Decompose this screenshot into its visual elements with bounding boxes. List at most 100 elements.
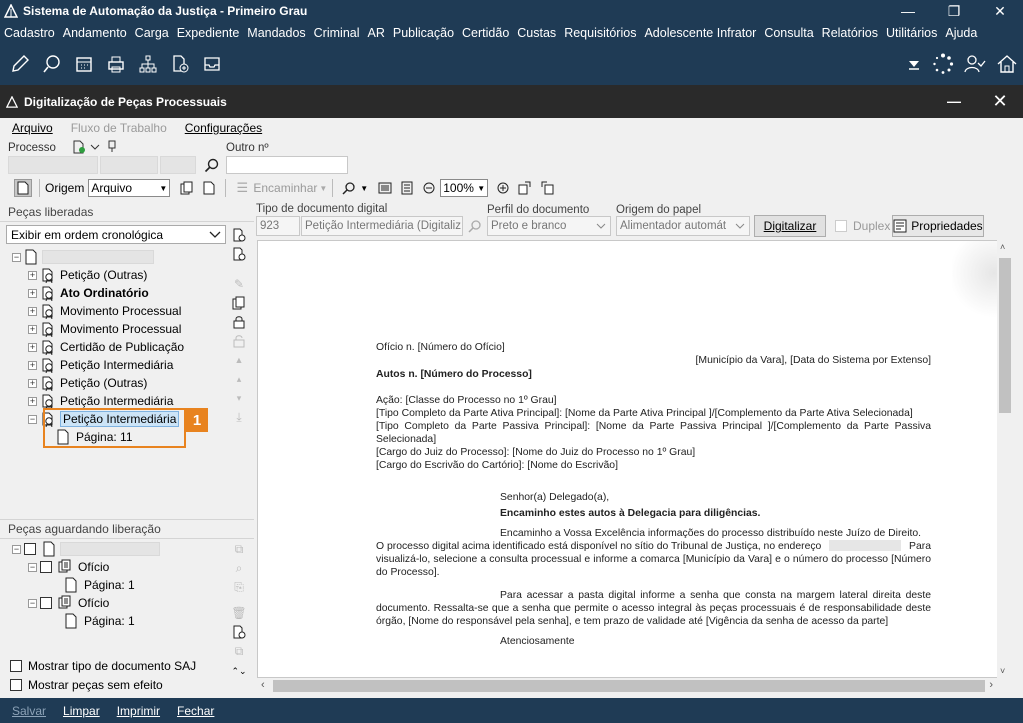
menu-item[interactable]: AR [368, 26, 385, 40]
page-icon[interactable] [14, 179, 32, 197]
process-number-field-1[interactable] [8, 156, 98, 174]
waiting-node[interactable]: − Ofício [28, 594, 109, 612]
document-search-icon[interactable] [228, 623, 250, 641]
propriedades-button[interactable]: Propriedades [892, 215, 984, 237]
menu-item[interactable]: Adolescente Infrator [644, 26, 756, 40]
scroll-up-icon[interactable]: ˄ [1000, 242, 1005, 252]
arrow-up-small-icon[interactable]: ▴ [228, 370, 250, 388]
show-no-effect-checkbox[interactable]: Mostrar peças sem efeito [10, 678, 163, 692]
copy-icon[interactable] [228, 294, 250, 312]
menu-item[interactable]: Custas [517, 26, 556, 40]
tree-node[interactable]: + Ato Ordinatório [28, 284, 149, 302]
tree-page-node[interactable]: Página: 1 [64, 612, 135, 630]
home-icon[interactable] [991, 50, 1023, 78]
waiting-node[interactable]: − Ofício [28, 558, 109, 576]
dropdown-arrow-icon[interactable] [901, 50, 927, 78]
fit-width-icon[interactable] [376, 179, 394, 197]
document-add-icon[interactable] [72, 140, 86, 154]
encaminhar-button[interactable]: Encaminhar [253, 181, 317, 195]
printer-icon[interactable] [100, 50, 132, 78]
scroll-down-icon[interactable]: ˅ [1000, 666, 1005, 676]
inbox-icon[interactable] [196, 50, 228, 78]
scroll-right-icon[interactable]: › [989, 679, 993, 691]
menu-item[interactable]: Relatórios [822, 26, 878, 40]
copy-pages-icon[interactable] [178, 179, 196, 197]
document-search-icon[interactable] [228, 226, 250, 244]
menu-item[interactable]: Cadastro [4, 26, 55, 40]
fit-page-icon[interactable] [398, 179, 416, 197]
menu-item[interactable]: Certidão [462, 26, 509, 40]
edit-icon[interactable] [4, 50, 36, 78]
digitalizar-button[interactable]: Digitalizar [754, 215, 826, 237]
close-button[interactable]: ✕ [977, 90, 1023, 112]
tree-node[interactable]: + Movimento Processual [28, 320, 181, 338]
blank-page-icon[interactable] [200, 179, 218, 197]
search-icon[interactable] [340, 179, 358, 197]
rotate-right-icon[interactable] [516, 179, 534, 197]
menu-item[interactable]: Ajuda [945, 26, 977, 40]
scroll-left-icon[interactable]: ‹ [261, 679, 265, 691]
tree-node[interactable]: + Petição (Outras) [28, 374, 147, 392]
menu-item[interactable]: Criminal [314, 26, 360, 40]
menu-item[interactable]: Andamento [63, 26, 127, 40]
search-document-icon[interactable] [36, 50, 68, 78]
calendar-icon[interactable] [68, 50, 100, 78]
tree-node[interactable]: + Petição (Outras) [28, 266, 147, 284]
process-number-field-3[interactable] [160, 156, 196, 174]
minimize-button[interactable]: — [931, 90, 977, 112]
process-number-field-2[interactable] [100, 156, 158, 174]
search-icon[interactable] [204, 158, 219, 173]
add-document-icon[interactable] [164, 50, 196, 78]
show-saj-type-checkbox[interactable]: Mostrar tipo de documento SAJ [10, 659, 196, 673]
vertical-scrollbar[interactable]: ˄ ˅ [997, 240, 1013, 678]
fechar-button[interactable]: Fechar [177, 704, 214, 718]
menu-item[interactable]: Requisitórios [564, 26, 636, 40]
lock-icon[interactable] [228, 313, 250, 331]
menu-item[interactable]: Carga [135, 26, 169, 40]
menu-item[interactable]: Utilitários [886, 26, 937, 40]
arrow-up-icon[interactable]: ▲ [228, 351, 250, 369]
menu-item[interactable]: Publicação [393, 26, 454, 40]
menu-item[interactable]: Mandados [247, 26, 305, 40]
zoom-out-icon[interactable] [420, 179, 438, 197]
rotate-left-icon[interactable] [538, 179, 556, 197]
scroll-arrows-icon[interactable]: ⌃⌄ [228, 662, 250, 680]
imprimir-button[interactable]: Imprimir [117, 704, 160, 718]
search-icon[interactable] [468, 219, 482, 233]
list-icon[interactable]: ☰ [233, 179, 251, 197]
tipo-documento-input[interactable]: Petição Intermediária (Digitaliz [301, 216, 463, 236]
menu-configuracoes[interactable]: Configurações [185, 121, 262, 135]
menu-arquivo[interactable]: Arquivo [12, 121, 53, 135]
tree-root[interactable]: − [12, 540, 160, 558]
origem-select[interactable]: Arquivo ▼ [88, 179, 171, 197]
restore-button[interactable]: ❐ [931, 0, 977, 22]
users-icon[interactable] [959, 50, 991, 78]
zoom-in-icon[interactable] [494, 179, 512, 197]
sort-order-select[interactable]: Exibir em ordem cronológica [6, 225, 226, 244]
origem-papel-select[interactable]: Alimentador automát [616, 216, 750, 236]
tipo-codigo-input[interactable]: 923 [256, 216, 300, 236]
scroll-thumb[interactable] [273, 680, 985, 692]
scroll-thumb[interactable] [999, 258, 1011, 413]
limpar-button[interactable]: Limpar [63, 704, 100, 718]
menu-item[interactable]: Consulta [764, 26, 813, 40]
menu-item[interactable]: Expediente [177, 26, 240, 40]
tree-root[interactable]: − [12, 248, 154, 266]
hierarchy-icon[interactable] [132, 50, 164, 78]
tree-page-node[interactable]: Página: 1 [64, 576, 135, 594]
arrow-down-bottom-icon[interactable]: ⤓ [228, 408, 250, 426]
chevron-down-icon[interactable] [90, 142, 100, 152]
tree-node[interactable]: + Movimento Processual [28, 302, 181, 320]
arrow-down-small-icon[interactable]: ▾ [228, 389, 250, 407]
tree-node[interactable]: + Petição Intermediária [28, 356, 173, 374]
duplex-checkbox[interactable]: Duplex [835, 219, 890, 233]
salvar-button[interactable]: Salvar [12, 704, 46, 718]
perfil-select[interactable]: Preto e branco [487, 216, 611, 236]
pin-icon[interactable] [106, 140, 118, 152]
minimize-button[interactable]: — [885, 0, 931, 22]
tree-node[interactable]: + Certidão de Publicação [28, 338, 184, 356]
zoom-select[interactable]: 100% ▼ [440, 179, 489, 197]
horizontal-scrollbar[interactable]: ‹ › [257, 678, 997, 694]
document-viewer[interactable]: Ofício n. [Número do Ofício] [Município … [257, 240, 1013, 678]
menu-fluxo[interactable]: Fluxo de Trabalho [71, 121, 167, 135]
